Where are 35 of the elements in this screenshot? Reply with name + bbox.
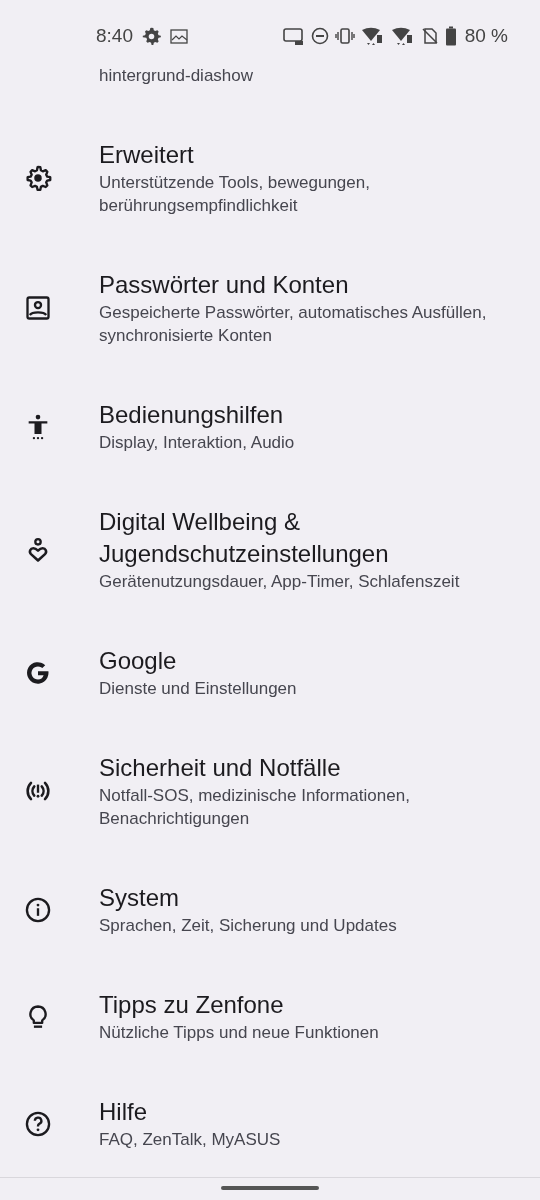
image-icon bbox=[170, 28, 188, 44]
setting-title[interactable]: Hilfe bbox=[99, 1096, 281, 1128]
setting-title[interactable]: Digital Wellbeing & Jugendschutzeinstellungen bbox=[99, 506, 520, 570]
gesture-handle[interactable] bbox=[221, 1186, 319, 1190]
settings-icon bbox=[142, 26, 161, 46]
battery-icon bbox=[444, 26, 457, 46]
refresh-rate-icon bbox=[282, 26, 305, 46]
no-sim-icon bbox=[420, 27, 439, 45]
wifi-icon bbox=[390, 26, 415, 46]
setting-title[interactable]: Tipps zu Zenfone bbox=[99, 989, 379, 1021]
setting-title[interactable]: Google bbox=[99, 645, 297, 677]
setting-summary: hintergrund-diashow bbox=[99, 65, 255, 87]
setting-summary: Notfall-SOS, medizinische Informationen, Benachrichtigungen bbox=[99, 785, 411, 830]
clock: 8:40 bbox=[96, 25, 133, 47]
info-icon bbox=[24, 895, 52, 924]
setting-summary: Unterstützende Tools, bewegungen, berührungsempfindlichkeit bbox=[99, 172, 371, 217]
battery-level: 80 % bbox=[464, 25, 508, 47]
id-card-icon bbox=[24, 294, 52, 322]
setting-title[interactable]: Bedienungshilfen bbox=[99, 399, 295, 431]
settings-icon bbox=[24, 164, 52, 192]
setting-summary: Sprachen, Zeit, Sicherung und Updates bbox=[99, 915, 397, 937]
vibrate-icon bbox=[334, 27, 355, 45]
setting-title[interactable]: Sicherheit und Notfälle bbox=[99, 752, 520, 784]
setting-title[interactable]: System bbox=[99, 882, 397, 914]
setting-summary: Gerätenutzungsdauer, App-Timer, Schlafenszeit bbox=[99, 571, 461, 593]
do-not-disturb-icon bbox=[310, 27, 329, 45]
setting-summary: Nützliche Tipps und neue Funktionen bbox=[99, 1022, 379, 1044]
setting-title[interactable]: Passwörter und Konten bbox=[99, 269, 520, 301]
setting-summary: Dienste und Einstellungen bbox=[99, 678, 297, 700]
setting-summary: Display, Interaktion, Audio bbox=[99, 432, 295, 454]
setting-summary: Gespeicherte Passwörter, automatisches Ausfüllen, synchronisierte Konten bbox=[99, 302, 488, 347]
setting-summary: FAQ, ZenTalk, MyASUS bbox=[99, 1129, 281, 1151]
help-icon bbox=[24, 1109, 52, 1138]
setting-title[interactable]: Erweitert bbox=[99, 139, 520, 171]
wifi-icon bbox=[360, 26, 385, 46]
